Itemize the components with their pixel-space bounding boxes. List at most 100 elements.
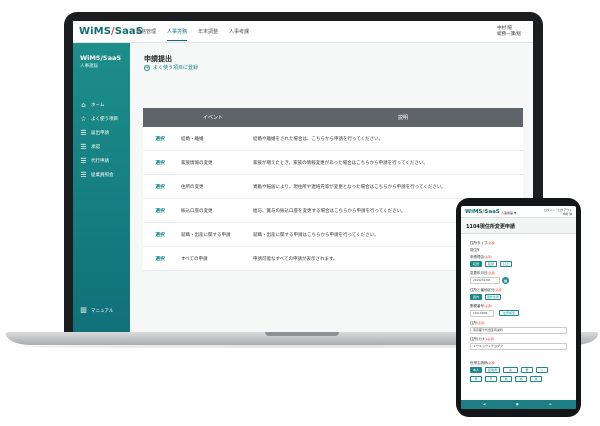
laptop-notch <box>265 332 339 336</box>
nav-year-end[interactable]: 年末調整 <box>198 28 218 41</box>
field-label-reason: 申請理由(必須) <box>470 255 492 259</box>
user-info[interactable]: 中村 陽 総務一課/総 <box>497 26 521 38</box>
event-description: 家族が増えたとき、家族の情報変更があった場合はこちらから申請を行ってください。 <box>253 160 428 166</box>
family-option-elder-sister[interactable]: 姉 <box>515 376 527 382</box>
sidebar-item-label: よく使う項目 <box>91 117 118 122</box>
field-label-family: 世帯主続柄(必須) <box>470 361 496 365</box>
field-value-type: 現住所 <box>470 248 480 252</box>
phone-top-bar: WiMS/SaaS 人事諸届 ▼ ログイン・ログアウト 中村 陽 <box>461 206 576 218</box>
field-label-type: 住所タイプ(必須) <box>470 241 496 245</box>
event-name: 振込口座の変更 <box>181 208 213 214</box>
address-input[interactable]: 東京都千代田区有楽町 <box>470 327 567 334</box>
sidebar-item-proxy[interactable]: ☰ 代行申請 <box>79 154 118 168</box>
select-link[interactable]: 選択 <box>143 159 177 166</box>
phone-logo[interactable]: WiMS/SaaS <box>465 209 500 215</box>
back-icon[interactable]: ◀ <box>483 402 485 406</box>
reason-option-correction[interactable]: 訂正 <box>500 261 512 267</box>
family-option-younger-sister[interactable]: 妹 <box>530 376 542 382</box>
select-link[interactable]: 選択 <box>143 255 177 262</box>
plus-circle-icon: + <box>144 64 150 71</box>
home-icon[interactable]: ● <box>516 402 519 406</box>
column-header-description: 説明 <box>397 115 408 121</box>
family-option-younger-brother[interactable]: 弟 <box>500 376 512 382</box>
sidebar-item-label: ホーム <box>91 103 105 108</box>
table-header: イベント 説明 <box>143 108 523 127</box>
family-option-spouse[interactable]: 配偶者 <box>485 367 500 373</box>
phone-screen: WiMS/SaaS 人事諸届 ▼ ログイン・ログアウト 中村 陽 1104現住所… <box>461 206 576 409</box>
sidebar-subtitle: 人事諸届 <box>80 64 98 69</box>
column-header-event: イベント <box>202 115 223 121</box>
event-name: 住所の変更 <box>181 184 204 190</box>
nav-hr[interactable]: 人事労務 <box>167 28 188 41</box>
add-favorite-link[interactable]: + よく使う項目に登録 <box>144 64 198 71</box>
division-option-domestic[interactable]: 国内 <box>470 294 482 300</box>
family-option-self[interactable]: 本人 <box>470 367 482 373</box>
select-link[interactable]: 選択 <box>143 231 177 238</box>
sidebar-item-employees[interactable]: ☰ 従業員照会 <box>79 168 118 182</box>
sidebar-item-label: 承認 <box>91 145 100 150</box>
page-title: 申請提出 <box>144 55 172 63</box>
sidebar-item-favorites[interactable]: ☆ よく使う項目 <box>79 112 118 126</box>
date-input[interactable]: 2024/01/06 <box>470 277 500 284</box>
event-description: 結婚や離婚をされた場合は、こちらから申請を行ってください。 <box>253 136 384 142</box>
sidebar-title: WiMS/SaaS <box>80 54 122 62</box>
top-bar: WiMS/SaaS 勤務管理 人事労務 年末調整 人事考課 中村 陽 総務一課/… <box>73 21 533 43</box>
event-name: 家族情報の変更 <box>181 160 213 166</box>
list-icon: ☰ <box>80 142 87 151</box>
sidebar-item-home[interactable]: ⌂ ホーム <box>79 98 118 112</box>
sidebar: WiMS/SaaS 人事諸届 ⌂ ホーム ☆ よく使う項目 ☰ 届出申請 ☰ 承… <box>73 43 130 332</box>
address-kana-input[interactable]: トウキョウトチヨダク <box>470 343 567 350</box>
star-icon: ☆ <box>80 114 87 123</box>
sidebar-item-label: 届出申請 <box>91 131 109 136</box>
app-logo[interactable]: WiMS/SaaS <box>79 26 143 37</box>
phone-module-select[interactable]: 人事諸届 ▼ <box>501 211 516 215</box>
event-description: 異動や転居により、現住所や連絡先等が変更となった場合はこちらから申請を行ってくだ… <box>253 184 446 190</box>
phone-user-name: 中村 陽 <box>562 211 572 216</box>
phone-page-title: 1104現住所変更申請 <box>466 224 515 230</box>
menu-icon[interactable]: ≡ <box>549 402 552 406</box>
family-option-mother[interactable]: 母 <box>470 376 482 382</box>
event-name: 就職・出産に関する申請 <box>181 232 231 238</box>
select-link[interactable]: 選択 <box>143 135 177 142</box>
nav-evaluation[interactable]: 人事考課 <box>229 28 249 41</box>
table-row: 選択 住所の変更 異動や転居により、現住所や連絡先等が変更となった場合はこちらか… <box>143 175 523 199</box>
family-option-husband[interactable]: 夫 <box>503 367 518 373</box>
division-option-overseas[interactable]: 国外住所 <box>485 294 501 300</box>
calendar-icon[interactable]: ▦ <box>502 277 509 284</box>
user-dept: 総務一課/総 <box>496 32 521 37</box>
field-label-address-kana: 住所(カナ)(必須) <box>470 337 495 341</box>
reason-option-move[interactable]: 転居 <box>470 261 482 267</box>
field-label-postal: 郵便番号(必須) <box>470 304 492 308</box>
reason-option-transfer[interactable]: 転勤 <box>485 261 497 267</box>
family-option-father[interactable]: 父 <box>536 367 548 373</box>
sidebar-menu: ⌂ ホーム ☆ よく使う項目 ☰ 届出申請 ☰ 承認 ☰ 代行申請 ☰ 従業員照… <box>79 98 118 182</box>
field-label-date: 変更年月日(必須) <box>470 271 496 275</box>
table-row: 選択 結婚・離婚 結婚や離婚をされた場合は、こちらから申請を行ってください。 <box>143 127 523 151</box>
field-label-division: 住所と番地区分(必須) <box>470 288 503 292</box>
sidebar-item-approval[interactable]: ☰ 承認 <box>79 140 118 154</box>
list-icon: ☰ <box>80 170 87 179</box>
nav-attendance[interactable]: 勤務管理 <box>136 28 156 41</box>
event-name: すべての申請 <box>181 256 208 262</box>
main-nav: 勤務管理 人事労務 年末調整 人事考課 <box>136 28 260 41</box>
select-link[interactable]: 選択 <box>143 183 177 190</box>
address-search-button[interactable]: 住所検索 <box>499 310 519 316</box>
family-option-elder-brother[interactable]: 兄 <box>485 376 497 382</box>
sidebar-item-label: 従業員照会 <box>91 173 114 178</box>
sidebar-item-label: 代行申請 <box>91 159 109 164</box>
select-link[interactable]: 選択 <box>143 207 177 214</box>
table-row: 選択 家族情報の変更 家族が増えたとき、家族の情報変更があった場合はこちらから申… <box>143 151 523 175</box>
add-favorite-label: よく使う項目に登録 <box>153 65 199 71</box>
sidebar-item-manual[interactable]: ▥ マニュアル <box>79 307 113 314</box>
phone-user-info[interactable]: ログイン・ログアウト 中村 陽 <box>544 208 572 216</box>
book-icon: ▥ <box>80 306 87 314</box>
family-option-wife[interactable]: 妻 <box>521 367 533 373</box>
sidebar-item-applications[interactable]: ☰ 届出申請 <box>79 126 118 140</box>
list-icon: ☰ <box>80 156 87 165</box>
list-icon: ☰ <box>80 128 87 137</box>
postal-code-input[interactable]: 100-0006 <box>470 310 494 317</box>
sidebar-item-label: マニュアル <box>91 308 114 314</box>
field-label-address: 住所(必須) <box>470 321 485 325</box>
home-icon: ⌂ <box>81 100 86 109</box>
event-name: 結婚・離婚 <box>181 136 204 142</box>
